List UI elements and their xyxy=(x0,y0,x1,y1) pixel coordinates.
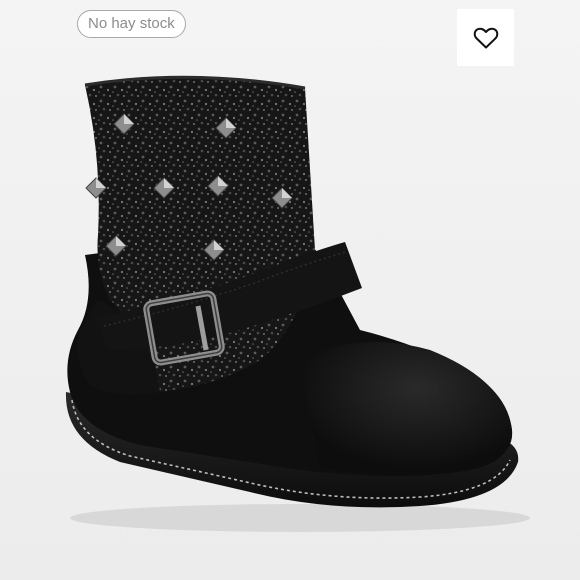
product-card: No hay stock xyxy=(0,0,580,580)
heart-outline-icon xyxy=(473,27,498,48)
boot-shadow xyxy=(70,504,530,532)
favorite-button[interactable] xyxy=(457,9,514,66)
stock-status-badge: No hay stock xyxy=(77,10,186,38)
toe-cap xyxy=(300,342,512,476)
product-image[interactable] xyxy=(0,0,580,580)
